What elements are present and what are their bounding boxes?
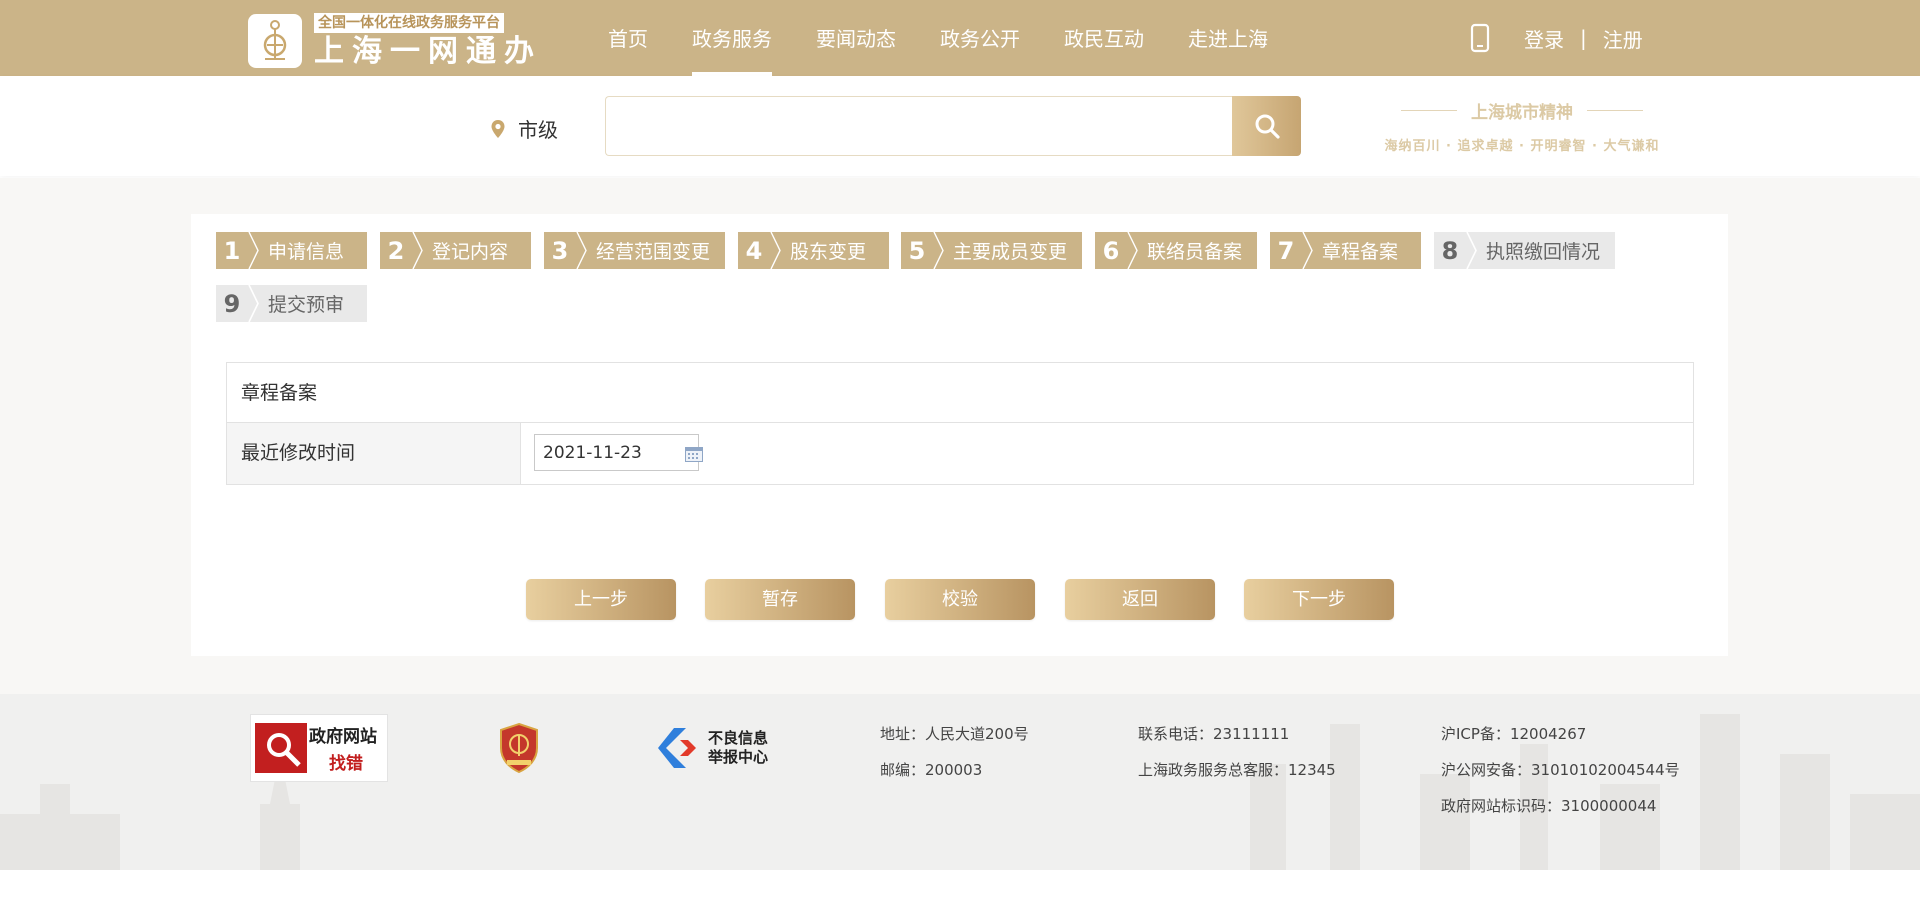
step-divider-icon — [1302, 232, 1313, 269]
validate-button[interactable]: 校验 — [885, 579, 1035, 620]
logo-name: 上海一网通办 — [314, 34, 542, 69]
top-navigation-bar: 全国一体化在线政务服务平台 上海一网通办 首页 政务服务 要闻动态 政务公开 政… — [0, 0, 1920, 76]
step-number: 4 — [745, 236, 763, 265]
charter-filing-form: 章程备案 最近修改时间 — [226, 362, 1694, 485]
footer-police-record[interactable]: 沪公网安备：31010102004544号 — [1441, 752, 1680, 788]
step-4[interactable]: 4 股东变更 — [738, 232, 889, 269]
search-input[interactable] — [605, 96, 1233, 156]
step-8[interactable]: 8 执照缴回情况 — [1434, 232, 1615, 269]
location-pin-icon — [491, 119, 505, 138]
party-government-shield-icon[interactable] — [498, 722, 540, 774]
step-number: 1 — [223, 236, 241, 265]
save-draft-button[interactable]: 暂存 — [705, 579, 855, 620]
region-label: 市级 — [518, 118, 558, 142]
step-divider-icon — [770, 232, 781, 269]
step-divider-icon — [933, 232, 944, 269]
nav-government-services[interactable]: 政务服务 — [692, 0, 772, 76]
step-number: 3 — [551, 236, 569, 265]
calendar-icon[interactable] — [685, 446, 703, 462]
nav-public-interaction[interactable]: 政民互动 — [1064, 0, 1144, 76]
step-label: 联络员备案 — [1147, 241, 1243, 263]
step-number: 5 — [908, 236, 926, 265]
bad-info-report-badge[interactable]: 不良信息 举报中心 — [650, 728, 768, 768]
step-label: 执照缴回情况 — [1486, 241, 1601, 263]
last-modified-label: 最近修改时间 — [227, 423, 521, 484]
step-5[interactable]: 5 主要成员变更 — [901, 232, 1082, 269]
site-logo[interactable]: 全国一体化在线政务服务平台 上海一网通办 — [248, 12, 542, 69]
report-center-logo-icon — [658, 728, 696, 768]
form-row: 最近修改时间 — [227, 423, 1693, 484]
step-divider-icon — [576, 232, 587, 269]
site-footer: 政府网站 找错 不良信息 举报中心 地址：人民大道200号 邮编：200003 … — [0, 694, 1920, 870]
badge-find-line2: 找错 — [329, 754, 363, 774]
step-divider-icon — [412, 232, 423, 269]
nav-news[interactable]: 要闻动态 — [816, 0, 896, 76]
step-3[interactable]: 3 经营范围变更 — [544, 232, 725, 269]
step-number: 7 — [1277, 236, 1295, 265]
last-modified-date-input[interactable] — [534, 434, 699, 471]
mobile-phone-icon[interactable] — [1468, 23, 1492, 53]
step-number: 2 — [387, 236, 405, 265]
footer-hotline: 上海政务服务总客服：12345 — [1138, 761, 1336, 779]
step-7[interactable]: 7 章程备案 — [1270, 232, 1421, 269]
city-spirit-motto: 海纳百川 · 追求卓越 · 开明睿智 · 大气谦和 — [1384, 139, 1660, 154]
step-label: 章程备案 — [1322, 241, 1399, 263]
badge-find-line1: 政府网站 — [309, 727, 377, 747]
step-label: 经营范围变更 — [596, 241, 711, 263]
search-button[interactable] — [1232, 96, 1301, 156]
footer-address: 地址：人民大道200号 — [880, 725, 1029, 743]
city-spirit-title: 上海城市精神 — [1471, 103, 1573, 123]
logo-tagline: 全国一体化在线政务服务平台 — [314, 13, 504, 33]
step-9[interactable]: 9 提交预审 — [216, 285, 367, 322]
step-number: 8 — [1441, 236, 1459, 265]
step-divider-icon — [248, 285, 259, 322]
step-number: 6 — [1102, 236, 1120, 265]
main-nav: 首页 政务服务 要闻动态 政务公开 政民互动 走进上海 — [608, 0, 1312, 76]
city-spirit-banner: 上海城市精神 海纳百川 · 追求卓越 · 开明睿智 · 大气谦和 — [1372, 98, 1672, 154]
step-label: 登记内容 — [432, 241, 509, 263]
form-section-title: 章程备案 — [227, 363, 1693, 423]
step-6[interactable]: 6 联络员备案 — [1095, 232, 1257, 269]
nav-home[interactable]: 首页 — [608, 0, 648, 76]
site-error-report-badge[interactable]: 政府网站 找错 — [250, 714, 388, 782]
nav-open-government[interactable]: 政务公开 — [940, 0, 1020, 76]
region-selector[interactable]: 市级 — [490, 114, 558, 143]
logo-emblem-icon — [248, 13, 302, 68]
step-label: 申请信息 — [268, 241, 345, 263]
register-link[interactable]: 注册 — [1603, 24, 1643, 53]
step-number: 9 — [223, 289, 241, 318]
step-divider-icon — [248, 232, 259, 269]
search-icon — [1255, 114, 1280, 139]
footer-postcode: 邮编：200003 — [880, 761, 983, 779]
footer-phone: 联系电话：23111111 — [1138, 725, 1290, 743]
badge-report-line2: 举报中心 — [708, 748, 769, 766]
step-2[interactable]: 2 登记内容 — [380, 232, 531, 269]
search-bar: 市级 上海城市精神 海纳百川 · 追求卓越 · 开明睿智 · 大气谦和 — [0, 76, 1920, 176]
nav-about-shanghai[interactable]: 走进上海 — [1188, 0, 1268, 76]
step-label: 股东变更 — [790, 241, 867, 263]
prev-step-button[interactable]: 上一步 — [526, 579, 676, 620]
footer-site-id: 政府网站标识码：3100000044 — [1441, 797, 1657, 815]
step-divider-icon — [1466, 232, 1477, 269]
step-divider-icon — [1127, 232, 1138, 269]
footer-icp[interactable]: 沪ICP备：12004267 — [1441, 716, 1680, 752]
badge-report-line1: 不良信息 — [708, 729, 769, 747]
magnifier-icon — [255, 723, 307, 773]
form-value-cell — [521, 423, 1693, 484]
next-step-button[interactable]: 下一步 — [1244, 579, 1394, 620]
login-link[interactable]: 登录 — [1524, 24, 1564, 53]
step-label: 提交预审 — [268, 294, 345, 316]
step-label: 主要成员变更 — [953, 241, 1068, 263]
back-button[interactable]: 返回 — [1065, 579, 1215, 620]
step-1[interactable]: 1 申请信息 — [216, 232, 367, 269]
auth-separator: | — [1580, 26, 1587, 50]
